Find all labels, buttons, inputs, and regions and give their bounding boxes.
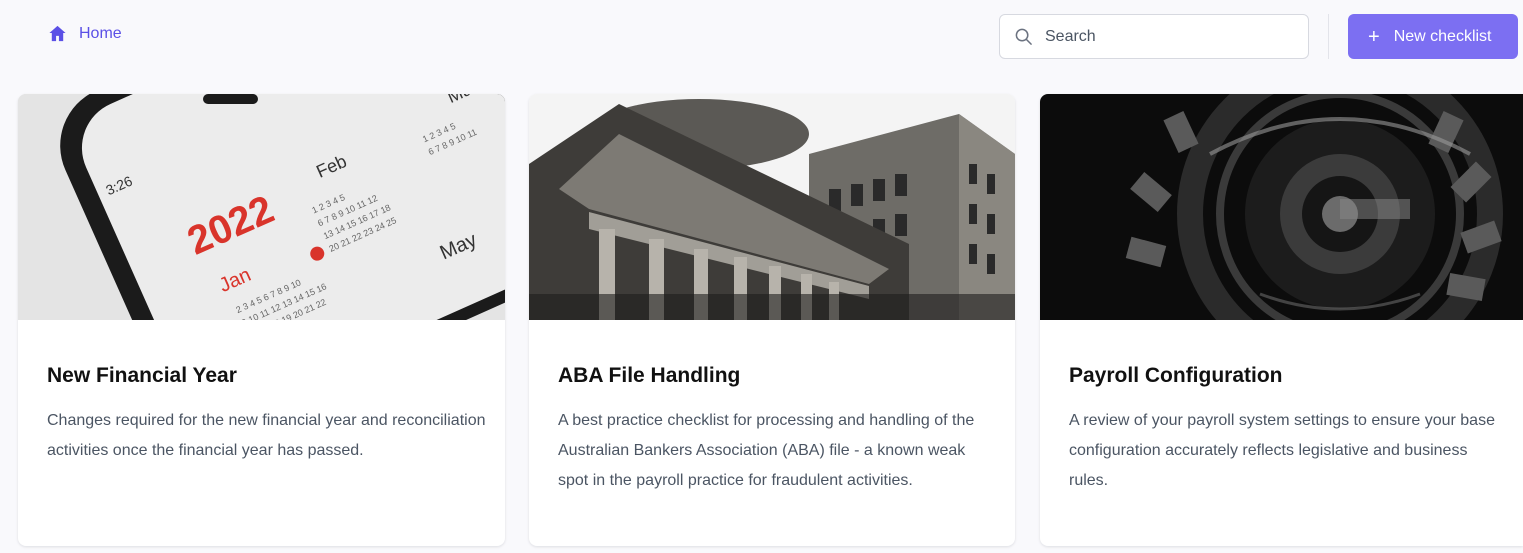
toolbar-divider [1328,14,1329,59]
plus-icon: + [1368,25,1380,48]
search-input[interactable] [1045,27,1285,46]
checklist-card-new-financial-year[interactable]: 3:26 2022 Jan Feb Mar May 2 3 4 5 6 7 8 … [18,94,505,546]
card-title: Payroll Configuration [1069,364,1283,387]
checklist-card-aba-file-handling[interactable]: ABA File Handling A best practice checkl… [529,94,1015,546]
card-description: A best practice checklist for processing… [558,412,975,489]
search-icon [1015,28,1032,45]
card-image-bank-building [529,94,1015,320]
breadcrumb-home[interactable]: Home [48,24,122,43]
top-bar: Home + New checklist [0,0,1523,75]
home-icon [49,25,66,42]
checklist-card-payroll-configuration[interactable]: Payroll Configuration A review of your p… [1040,94,1523,546]
card-image-gears [1040,94,1523,320]
card-title: New Financial Year [47,364,237,387]
breadcrumb-home-label: Home [79,24,122,42]
new-checklist-label: New checklist [1393,27,1492,45]
card-image-calendar: 3:26 2022 Jan Feb Mar May 2 3 4 5 6 7 8 … [18,94,505,320]
card-description: A review of your payroll system settings… [1069,412,1495,489]
card-description: Changes required for the new financial y… [47,412,486,459]
search-box[interactable] [999,14,1309,59]
card-title: ABA File Handling [558,364,741,387]
new-checklist-button[interactable]: + New checklist [1348,14,1518,59]
